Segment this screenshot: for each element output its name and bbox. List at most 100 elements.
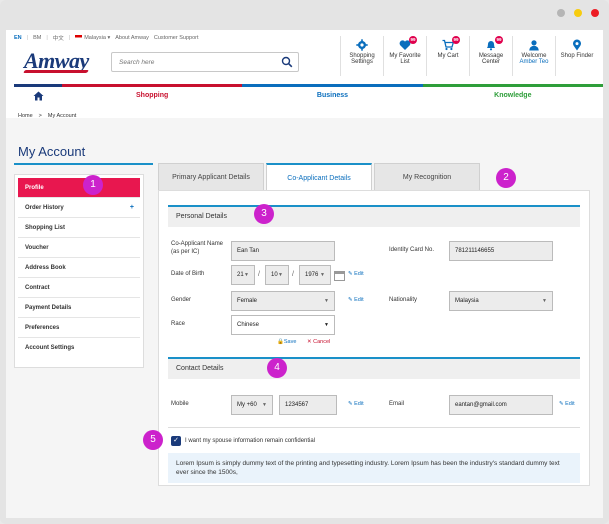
window-dot-yellow[interactable] <box>574 9 582 17</box>
chevron-down-icon: ▾ <box>107 35 111 41</box>
sidebar-item-label: Shopping List <box>25 225 65 231</box>
about-link[interactable]: About Amway <box>115 35 149 41</box>
cart-count-badge: 99 <box>452 36 460 44</box>
dob-month-value: 10 <box>271 272 278 278</box>
chevron-down-icon: ▼ <box>324 322 329 328</box>
account-button[interactable]: Welcome Amber Teo <box>512 36 555 76</box>
sidebar-item-shopping-list[interactable]: Shopping List <box>18 218 140 238</box>
sidebar-item-label: Preferences <box>25 325 60 331</box>
message-center-button[interactable]: 99 Message Center <box>469 36 512 76</box>
confidential-label: I want my spouse information remain conf… <box>185 438 316 444</box>
sidebar-item-label: Voucher <box>25 245 49 251</box>
sidebar-item-profile[interactable]: Profile <box>18 178 140 198</box>
name-field[interactable]: Ean Tan <box>231 241 335 261</box>
sidebar-item-preferences[interactable]: Preferences <box>18 318 140 338</box>
dob-month-select[interactable]: 10 ▼ <box>265 265 289 285</box>
sidebar-item-payment-details[interactable]: Payment Details <box>18 298 140 318</box>
sidebar-item-voucher[interactable]: Voucher <box>18 238 140 258</box>
email-edit-link[interactable]: ✎ Edit <box>559 401 575 407</box>
user-name: Amber Teo <box>519 59 549 65</box>
name-label: Co-Applicant Name (as per IC) <box>171 241 224 255</box>
email-label: Email <box>389 401 405 407</box>
sidebar-item-label: Profile <box>25 185 44 191</box>
lang-bm-link[interactable]: BM <box>33 35 41 41</box>
gender-select[interactable]: Female ▼ <box>231 291 335 311</box>
confidential-checkbox[interactable]: ✓ <box>171 436 181 446</box>
user-icon <box>529 40 539 51</box>
sidebar-item-order-history[interactable]: Order History + <box>18 198 140 218</box>
mobile-code-select[interactable]: My +60 ▼ <box>231 395 273 415</box>
nationality-label: Nationality <box>389 297 418 303</box>
email-field[interactable]: eantan@gmail.com <box>449 395 553 415</box>
nav-tab-business[interactable]: Business <box>242 84 423 104</box>
chevron-down-icon: ▼ <box>244 272 249 278</box>
dob-edit-link[interactable]: ✎ Edit <box>348 271 364 277</box>
gender-edit-link[interactable]: ✎ Edit <box>348 297 364 303</box>
expand-plus-icon[interactable]: + <box>130 198 134 218</box>
breadcrumb-current: My Account <box>47 113 77 119</box>
date-separator: / <box>258 271 260 278</box>
sidebar-item-account-settings[interactable]: Account Settings <box>18 338 140 358</box>
tab-co-applicant[interactable]: Co-Applicant Details <box>266 163 372 191</box>
mobile-edit-link[interactable]: ✎ Edit <box>348 401 364 407</box>
nationality-select[interactable]: Malaysia ▼ <box>449 291 553 311</box>
favorite-count-badge: 99 <box>409 36 417 44</box>
tab-my-recognition[interactable]: My Recognition <box>374 163 480 191</box>
separator: | <box>26 35 29 41</box>
co-applicant-panel: Personal Details Co-Applicant Name (as p… <box>158 190 590 486</box>
window-dot-gray[interactable] <box>557 9 565 17</box>
shop-finder-button[interactable]: Shop Finder <box>555 36 598 76</box>
date-separator: / <box>292 271 294 278</box>
dob-day-value: 21 <box>237 272 244 278</box>
sidebar-item-address-book[interactable]: Address Book <box>18 258 140 278</box>
mobile-field[interactable]: 1234567 <box>279 395 337 415</box>
breadcrumb-home[interactable]: Home <box>18 113 33 119</box>
race-value: Chinese <box>237 322 260 328</box>
shopping-settings-button[interactable]: Shopping Settings <box>340 36 383 76</box>
race-select[interactable]: Chinese ▼ <box>231 315 335 335</box>
gender-value: Female <box>237 298 258 304</box>
breadcrumb-separator: > <box>38 113 42 119</box>
search-input[interactable] <box>112 58 281 66</box>
section-divider <box>168 427 580 428</box>
sidebar-item-label: Order History <box>25 205 64 211</box>
race-save-button[interactable]: 🔒Save <box>277 339 296 345</box>
mobile-code-value: My +60 <box>237 402 257 408</box>
close-icon: ✕ <box>307 339 312 345</box>
nav-tab-knowledge[interactable]: Knowledge <box>422 84 603 104</box>
lang-zh-link[interactable]: 中文 <box>53 34 64 42</box>
chevron-down-icon: ▼ <box>324 298 329 304</box>
lang-en-link[interactable]: EN <box>14 35 22 41</box>
sidebar-item-contract[interactable]: Contract <box>18 278 140 298</box>
search-icon[interactable] <box>281 56 293 68</box>
cart-button[interactable]: 99 My Cart <box>426 36 469 76</box>
window-dot-red[interactable] <box>591 9 599 17</box>
home-nav-button[interactable] <box>14 84 62 104</box>
support-link[interactable]: Customer Support <box>154 35 199 41</box>
header-icons: Shopping Settings 99 My Favorite List 99… <box>340 36 598 76</box>
favorite-list-button[interactable]: 99 My Favorite List <box>383 36 426 76</box>
dob-year-select[interactable]: 1976 ▼ <box>299 265 331 285</box>
country-label: Malaysia <box>84 35 106 41</box>
country-selector[interactable]: Malaysia ▾ <box>75 35 110 41</box>
callout-marker-3: 3 <box>254 204 274 224</box>
tab-primary-applicant[interactable]: Primary Applicant Details <box>158 163 264 191</box>
location-pin-icon <box>573 39 581 51</box>
ic-label: Identity Card No. <box>389 247 435 253</box>
sidebar-item-label: Contract <box>25 285 50 291</box>
callout-marker-2: 2 <box>496 168 516 188</box>
ic-field[interactable]: 781211146655 <box>449 241 553 261</box>
cart-label: My Cart <box>437 53 459 59</box>
sidebar-item-label: Address Book <box>25 265 66 271</box>
breadcrumb: Home > My Account <box>18 113 76 119</box>
dob-day-select[interactable]: 21 ▼ <box>231 265 255 285</box>
race-cancel-button[interactable]: ✕ Cancel <box>307 339 330 345</box>
home-icon <box>33 91 43 100</box>
gender-label: Gender <box>171 297 192 303</box>
account-sidebar: Profile Order History + Shopping List Vou… <box>14 174 144 368</box>
calendar-icon[interactable] <box>334 270 345 281</box>
shopping-settings-label: Shopping Settings <box>349 53 375 65</box>
chevron-down-icon: ▼ <box>278 272 283 278</box>
nav-tab-shopping[interactable]: Shopping <box>62 84 243 104</box>
page-title: My Account <box>18 144 86 159</box>
